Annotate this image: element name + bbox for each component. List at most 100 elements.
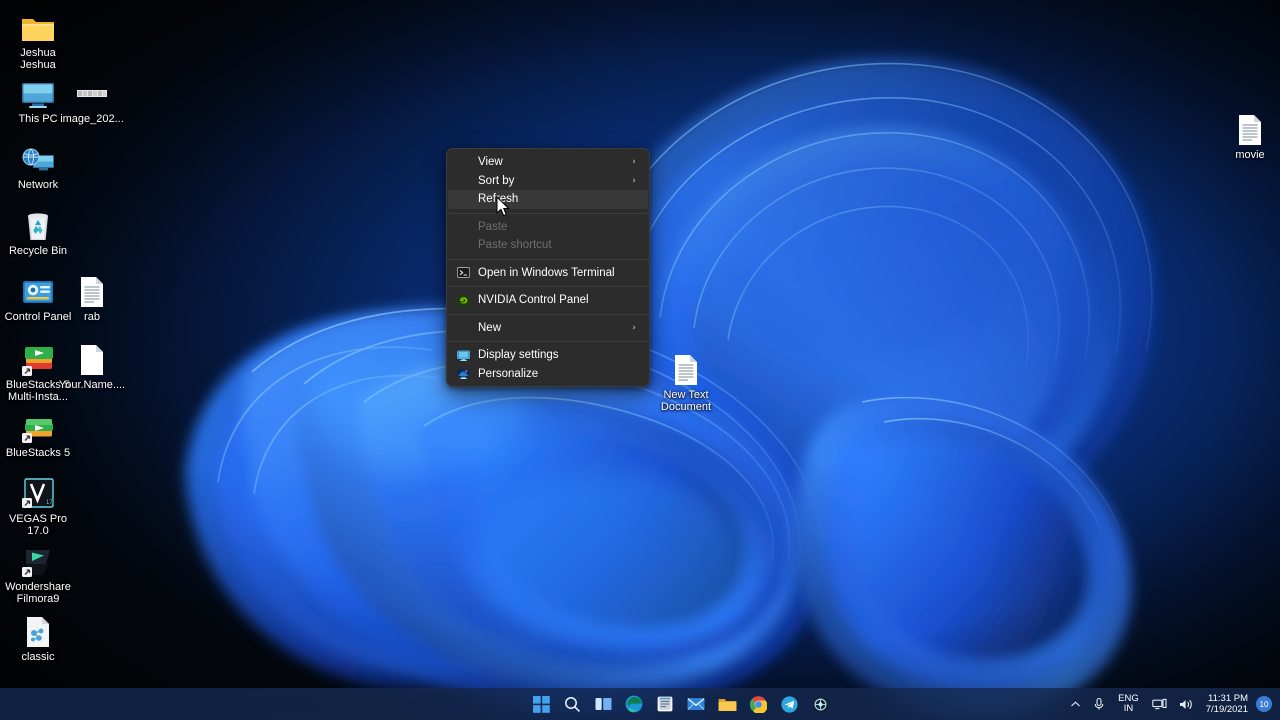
text-document-icon [54, 266, 130, 308]
classic-file-icon [0, 606, 76, 648]
context-menu-item-label: NVIDIA Control Panel [478, 294, 589, 307]
desktop-icon-rab-document[interactable]: rab [54, 266, 130, 323]
chrome-icon [749, 695, 767, 713]
context-menu-item-open-in-windows-terminal[interactable]: Open in Windows Terminal [448, 264, 648, 283]
desktop-icon-label: rab [84, 311, 100, 323]
clock-date: 7/19/2021 [1205, 704, 1248, 715]
context-menu-separator [447, 258, 649, 260]
clock-time: 11:31 PM [1208, 693, 1248, 704]
context-menu-item-label: Open in Windows Terminal [478, 266, 615, 279]
image-thumbnail-icon [54, 68, 130, 110]
vegas-pro-icon: 17 [0, 468, 76, 510]
search-button[interactable] [561, 693, 583, 715]
desktop-context-menu[interactable]: View › Sort by › Refresh Paste Paste shortcut O… [446, 148, 650, 387]
clock[interactable]: 11:31 PM 7/19/2021 [1200, 688, 1256, 720]
volume-icon[interactable] [1173, 688, 1200, 720]
microsoft-store-icon [657, 696, 673, 712]
desktop-icon-label: classic [21, 651, 55, 663]
desktop-icon-bluestacks-5[interactable]: BlueStacks 5 [0, 402, 76, 459]
context-menu-separator [447, 286, 649, 287]
folder-icon [718, 697, 737, 712]
terminal-icon [448, 266, 478, 279]
desktop-icon-label: image_202... [60, 113, 124, 125]
context-menu-item-sort-by[interactable]: Sort by › [448, 172, 648, 191]
edge-button[interactable] [623, 693, 645, 715]
tray-overflow-chevron-up-icon[interactable] [1064, 688, 1087, 720]
context-menu-item-label: Paste [478, 220, 508, 233]
chevron-right-icon: › [632, 322, 636, 333]
context-menu-item-display-settings[interactable]: Display settings [448, 346, 648, 365]
context-menu-item-refresh[interactable]: Refresh [448, 190, 648, 209]
desktop-icon-classic-file[interactable]: classic [0, 606, 76, 663]
telegram-button[interactable] [778, 693, 800, 715]
chevron-right-icon: › [632, 157, 636, 168]
text-document-icon [648, 344, 724, 386]
desktop-icon-new-text-document[interactable]: New Text Document [648, 344, 724, 413]
context-menu-item-new[interactable]: New › [448, 319, 648, 338]
desktop-icon-wondershare-filmora9[interactable]: Wondershare Filmora9 [0, 536, 76, 605]
mail-icon [687, 697, 705, 711]
language-secondary: IN [1123, 703, 1134, 714]
context-menu-item-label: Refresh [478, 193, 519, 206]
desktop-icon-label: Your.Name.... [58, 379, 126, 391]
filmora-icon [0, 536, 76, 578]
microphone-icon[interactable] [1087, 688, 1111, 720]
network-icon[interactable] [1146, 688, 1173, 720]
desktop-icon-jeshua-folder[interactable]: Jeshua Jeshua [0, 2, 76, 71]
context-menu-item-label: New [478, 321, 502, 334]
context-menu-separator [447, 212, 649, 214]
context-menu-item-label: Sort by [478, 174, 515, 187]
blank-document-icon [54, 334, 130, 376]
task-view-button[interactable] [592, 693, 614, 715]
context-menu-item-personalize[interactable]: Personalize [448, 365, 648, 384]
context-menu-item-view[interactable]: View › [448, 153, 648, 172]
desktop-icon-label: Wondershare Filmora9 [5, 581, 71, 605]
search-icon [564, 696, 581, 713]
desktop-icon-image-202-file[interactable]: image_202... [54, 68, 130, 125]
context-menu-item-paste: Paste [448, 218, 648, 237]
media-player-icon [811, 695, 829, 713]
desktop-icon-recycle-bin[interactable]: Recycle Bin [0, 200, 76, 257]
desktop-icon-network[interactable]: Network [0, 134, 76, 191]
file-explorer-button[interactable] [716, 693, 738, 715]
desktop-icon-label: Recycle Bin [8, 245, 68, 257]
desktop-surface[interactable]: Jeshua Jeshua This PC image_202... Network R… [0, 0, 1280, 720]
desktop-icon-label: New Text Document [660, 389, 712, 413]
personalize-icon [448, 367, 478, 380]
context-menu-item-label: View [478, 156, 503, 169]
context-menu-item-label: Paste shortcut [478, 239, 552, 252]
chrome-button[interactable] [747, 693, 769, 715]
store-button[interactable] [654, 693, 676, 715]
context-menu-item-nvidia-control-panel[interactable]: NVIDIA Control Panel [448, 291, 648, 310]
desktop-icon-movie-document[interactable]: movie [1212, 104, 1280, 161]
chevron-right-icon: › [632, 175, 636, 186]
network-icon [0, 134, 76, 176]
notification-badge[interactable]: 10 [1256, 696, 1272, 712]
folder-icon [0, 2, 76, 44]
language-indicator[interactable]: ENG IN [1111, 688, 1146, 720]
desktop-icon-vegas-pro-17[interactable]: 17 VEGAS Pro 17.0 [0, 468, 76, 537]
desktop-icon-label: Network [17, 179, 59, 191]
taskbar-button-group [530, 693, 831, 715]
recycle-bin-icon [0, 200, 76, 242]
desktop-icon-label: BlueStacks 5 [5, 447, 71, 459]
taskbar[interactable]: ENG IN 11:31 PM 7/19/2021 10 [0, 688, 1280, 720]
mail-button[interactable] [685, 693, 707, 715]
desktop-icon-label: VEGAS Pro 17.0 [8, 513, 68, 537]
context-menu-item-paste-shortcut: Paste shortcut [448, 236, 648, 255]
media-player-button[interactable] [809, 693, 831, 715]
bluestacks-icon [0, 402, 76, 444]
context-menu-item-label: Personalize [478, 367, 539, 380]
display-icon [448, 349, 478, 362]
desktop-icon-label: movie [1235, 149, 1265, 161]
windows-start-icon [532, 695, 550, 713]
telegram-icon [780, 695, 798, 713]
svg-text:17: 17 [46, 500, 53, 506]
edge-icon [625, 695, 643, 713]
context-menu-separator [447, 313, 649, 315]
system-tray[interactable]: ENG IN 11:31 PM 7/19/2021 10 [1064, 688, 1274, 720]
nvidia-icon [448, 294, 478, 307]
start-button[interactable] [530, 693, 552, 715]
desktop-icon-your-name-file[interactable]: Your.Name.... [54, 334, 130, 391]
task-view-icon [595, 697, 612, 712]
